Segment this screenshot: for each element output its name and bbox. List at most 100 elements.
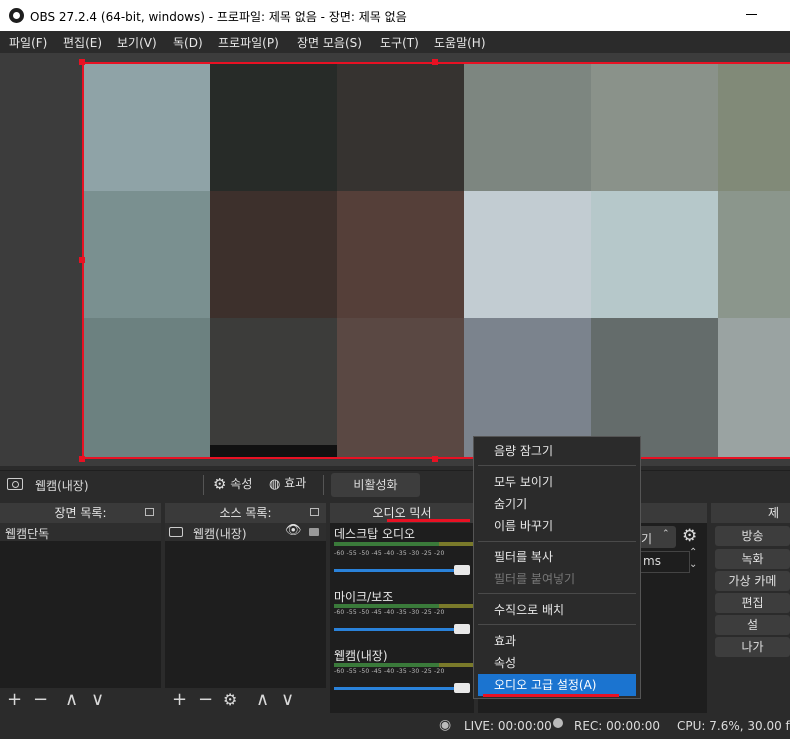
audio-context-menu: 음량 잠그기 모두 보이기 숨기기 이름 바꾸기 필터를 복사 필터를 붙여넣기… [473, 436, 641, 699]
lock-icon[interactable] [309, 528, 319, 536]
resize-handle[interactable] [79, 456, 85, 462]
meter-scale: -60 -55 -50 -45 -40 -35 -30 -25 -20 [334, 609, 445, 616]
eye-icon[interactable]: 👁 [285, 523, 302, 538]
divider [203, 475, 204, 495]
hide-item[interactable]: 숨기기 [474, 493, 640, 515]
remove-icon[interactable]: − [33, 691, 48, 709]
menu-help[interactable]: 도움말(H) [434, 34, 486, 51]
start-recording-button[interactable]: 녹화 [715, 549, 790, 569]
camera-icon [7, 478, 23, 490]
meter-scale: -60 -55 -50 -45 -40 -35 -30 -25 -20 [334, 550, 445, 557]
obs-logo-icon [9, 8, 24, 23]
status-bar: ◉ LIVE: 00:00:00 REC: 00:00:00 CPU: 7.6%… [0, 713, 790, 739]
add-icon[interactable]: + [7, 691, 22, 709]
broadcast-icon: ◉ [439, 717, 452, 733]
virtual-camera-button[interactable]: 가상 카메 [715, 571, 790, 591]
scene-item[interactable]: 웹캠단독 [5, 525, 49, 542]
properties-button[interactable]: ⚙ 속성 [213, 475, 252, 495]
move-down-icon[interactable]: ∨ [91, 691, 104, 709]
sources-toolbar: + − ⚙ ∧ ∨ [165, 688, 326, 713]
volume-meter [334, 542, 474, 546]
start-streaming-button[interactable]: 방송 [715, 526, 790, 546]
float-dock-icon[interactable] [310, 508, 319, 516]
advanced-audio-properties-item[interactable]: 오디오 고급 설정(A) [478, 674, 636, 696]
live-status: LIVE: 00:00:00 [464, 719, 552, 733]
spin-down-icon[interactable]: ⌄ [689, 559, 697, 570]
volume-meter [334, 663, 474, 667]
copy-filters-item[interactable]: 필터를 복사 [474, 546, 640, 568]
volume-slider[interactable] [334, 624, 470, 634]
filter-icon: ◍ [269, 477, 281, 492]
resize-handle[interactable] [79, 257, 85, 263]
move-down-icon[interactable]: ∨ [281, 691, 294, 709]
controls-header: 제어 [711, 503, 790, 540]
studio-mode-button[interactable]: 편집 [715, 593, 790, 613]
menu-separator [478, 624, 636, 625]
camera-icon [169, 527, 183, 537]
move-up-icon[interactable]: ∧ [65, 691, 78, 709]
properties-item[interactable]: 속성 [474, 652, 640, 674]
meter-scale: -60 -55 -50 -45 -40 -35 -30 -25 -20 [334, 668, 445, 675]
transition-select[interactable]: 기 [641, 530, 652, 547]
sources-dock: 소스 목록: 웹캠(내장) 👁 + − ⚙ ∧ ∨ [165, 503, 326, 713]
menu-profile[interactable]: 프로파일(P) [218, 34, 279, 51]
channel-name: 웹캠(내장) [334, 649, 388, 663]
channel-name: 데스크탑 오디오 [334, 527, 416, 541]
channel-name: 마이크/보조 [334, 590, 394, 604]
filters-item[interactable]: 효과 [474, 630, 640, 652]
deactivate-button[interactable]: 비활성화 [331, 473, 420, 497]
divider [323, 475, 324, 495]
menu-tools[interactable]: 도구(T) [380, 34, 419, 51]
rename-item[interactable]: 이름 바꾸기 [474, 515, 640, 537]
float-dock-icon[interactable] [145, 508, 154, 516]
duration-unit[interactable]: ms [643, 554, 661, 568]
menu-separator [478, 465, 636, 466]
resize-handle[interactable] [432, 456, 438, 462]
gear-icon[interactable]: ⚙ [223, 691, 237, 709]
gear-icon[interactable]: ⚙ [682, 526, 697, 546]
scenes-dock: 장면 목록: 웹캠단독 + − ∧ ∨ [0, 503, 161, 713]
menu-separator [478, 593, 636, 594]
gear-icon: ⚙ [213, 475, 227, 493]
menu-separator [478, 541, 636, 542]
sources-header: 소스 목록: [165, 503, 326, 523]
settings-button[interactable]: 설 [715, 615, 790, 635]
menu-edit[interactable]: 편집(E) [63, 34, 102, 51]
window-title: OBS 27.2.4 (64-bit, windows) - 프로파일: 제목 … [30, 10, 407, 24]
filters-button[interactable]: ◍ 효과 [269, 475, 306, 495]
menu-view[interactable]: 보기(V) [117, 34, 157, 51]
title-bar: OBS 27.2.4 (64-bit, windows) - 프로파일: 제목 … [0, 0, 790, 31]
volume-meter [334, 604, 474, 608]
minimize-icon[interactable] [746, 14, 757, 15]
move-up-icon[interactable]: ∧ [256, 691, 269, 709]
lock-volume-item[interactable]: 음량 잠그기 [474, 440, 640, 462]
source-selection-box[interactable] [82, 62, 790, 459]
selected-source-name: 웹캠(내장) [35, 479, 89, 493]
paste-filters-item: 필터를 붙여넣기 [494, 572, 576, 586]
add-icon[interactable]: + [172, 691, 187, 709]
menu-dock[interactable]: 독(D) [173, 34, 203, 51]
spin-up-icon[interactable]: ⌃ [662, 529, 670, 539]
annotation-underline [483, 694, 619, 697]
menu-bar: 파일(F) 편집(E) 보기(V) 독(D) 프로파일(P) 장면 모음(S) … [0, 31, 790, 53]
volume-slider[interactable] [334, 683, 470, 693]
resize-handle[interactable] [432, 59, 438, 65]
properties-label: 속성 [230, 477, 253, 491]
remove-icon[interactable]: − [198, 691, 213, 709]
record-icon [553, 718, 563, 728]
menu-scene-collection[interactable]: 장면 모음(S) [297, 34, 362, 51]
cpu-status: CPU: 7.6%, 30.00 fps [677, 719, 790, 733]
exit-button[interactable]: 나가 [715, 637, 790, 657]
annotation-underline [387, 519, 470, 522]
spin-up-icon[interactable]: ⌃ [689, 547, 697, 558]
resize-handle[interactable] [79, 59, 85, 65]
source-context-bar: 웹캠(내장) ⚙ 속성 ◍ 효과 비활성화 [0, 470, 790, 498]
rec-status: REC: 00:00:00 [574, 719, 661, 733]
show-all-item[interactable]: 모두 보이기 [474, 471, 640, 493]
filters-label: 효과 [284, 476, 307, 490]
scenes-toolbar: + − ∧ ∨ [0, 688, 161, 713]
source-item[interactable]: 웹캠(내장) [193, 525, 247, 542]
volume-slider[interactable] [334, 565, 470, 575]
menu-file[interactable]: 파일(F) [9, 34, 47, 51]
vertical-layout-item[interactable]: 수직으로 배치 [474, 599, 640, 621]
